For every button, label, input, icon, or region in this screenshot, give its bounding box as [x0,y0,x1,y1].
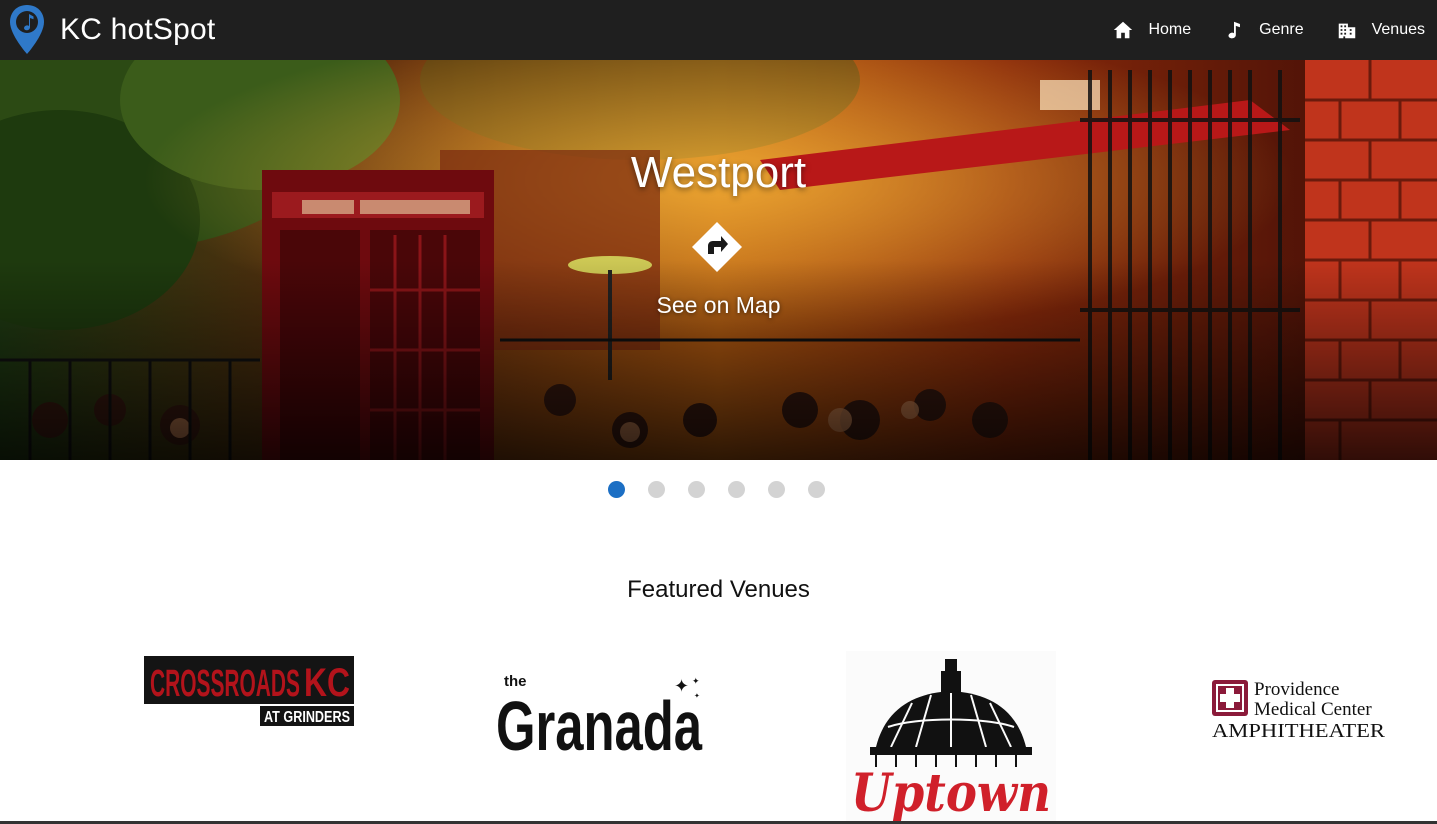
nav-home-label: Home [1148,21,1192,38]
svg-text:✦: ✦ [694,692,700,700]
map-pin-music-icon [10,5,44,54]
carousel-dot-3[interactable] [688,481,705,498]
svg-text:✦: ✦ [692,677,700,687]
crossroads-kc-logo: CROSSROADS KC AT GRINDERS [144,656,354,726]
nav-genre-label: Genre [1259,21,1304,38]
svg-text:Providence: Providence [1254,679,1339,700]
uptown-logo: Uptown [846,651,1056,821]
providence-logo: Providence Medical Center AMPHITHEATER [1212,679,1386,742]
brand-link[interactable]: KC hotSpot [8,0,215,60]
carousel-dot-5[interactable] [768,481,785,498]
svg-text:Medical Center: Medical Center [1254,699,1372,720]
venue-uptown-logo[interactable]: Uptown [846,651,1056,821]
hero-title: Westport [630,148,807,197]
svg-text:Granada: Granada [496,687,703,754]
carousel-dot-4[interactable] [728,481,745,498]
svg-text:✦: ✦ [674,676,689,697]
music-note-icon [1228,21,1241,39]
nav-genre-link[interactable]: Genre [1223,19,1304,41]
nav-menu: Home Genre Venues [1080,0,1425,60]
hero-carousel: Westport See on Map [0,60,1437,460]
nav-venues-link[interactable]: Venues [1336,19,1425,41]
carousel-dot-2[interactable] [648,481,665,498]
carousel-dot-6[interactable] [808,481,825,498]
carousel-dot-1[interactable] [608,481,625,498]
svg-text:AT GRINDERS: AT GRINDERS [264,709,350,726]
crossroads-logo-text: CROSSROADS [150,663,300,705]
svg-text:KC: KC [304,661,350,705]
svg-text:AMPHITHEATER: AMPHITHEATER [1212,720,1386,742]
carousel-indicators [608,481,848,498]
home-icon [1114,21,1133,39]
nav-venues-label: Venues [1371,21,1425,38]
svg-text:Uptown: Uptown [851,763,1051,821]
featured-venues-heading: Featured Venues [627,576,810,603]
top-navbar: KC hotSpot Home Genre Venues [0,0,1437,60]
app-title: KC hotSpot [60,13,216,46]
see-on-map-link[interactable]: See on Map [0,292,1437,319]
building-icon [1338,23,1355,39]
directions-icon[interactable] [690,220,744,274]
venue-granada-logo[interactable]: the Granada ✦ ✦ ✦ [496,658,706,754]
nav-home-link[interactable]: Home [1112,19,1191,41]
granada-logo: the Granada ✦ ✦ ✦ [496,673,703,754]
venue-crossroads-logo[interactable]: CROSSROADS KC AT GRINDERS [144,652,354,730]
venue-providence-logo[interactable]: Providence Medical Center AMPHITHEATER [1210,676,1390,742]
